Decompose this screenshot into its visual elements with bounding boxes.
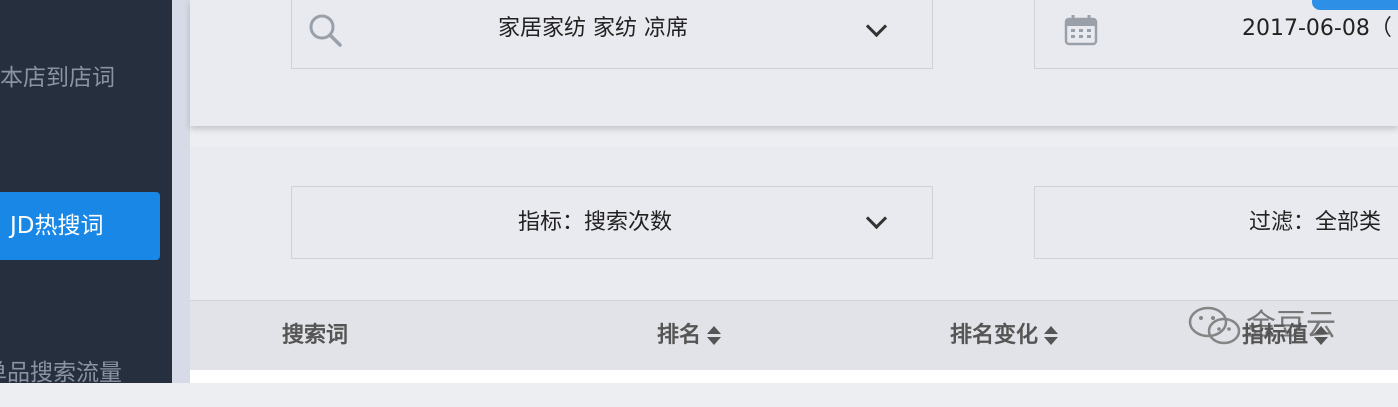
column-header-rank[interactable]: 排名 xyxy=(657,301,722,371)
sidebar-item-product-search-traffic[interactable]: 单品搜索流量 xyxy=(0,339,122,407)
search-icon xyxy=(308,13,344,53)
sort-icon xyxy=(707,325,722,347)
sidebar-gutter xyxy=(172,0,190,383)
column-header-label: 排名 xyxy=(657,323,702,348)
column-header-keyword[interactable]: 搜索词 xyxy=(282,301,348,371)
sidebar: 本店到店词 JD热搜词 单品搜索流量 xyxy=(0,0,172,386)
filter-select[interactable]: 过滤：全部类 xyxy=(1034,186,1398,259)
metric-select[interactable]: 指标：搜索次数 xyxy=(291,186,933,259)
wechat-icon xyxy=(1188,304,1242,350)
date-field[interactable]: 2017-06-08（ xyxy=(1034,0,1398,69)
metric-select-value: 指标：搜索次数 xyxy=(518,210,673,235)
sidebar-item-store-keywords[interactable]: 本店到店词 xyxy=(0,44,115,112)
metric-filter-panel: 指标：搜索次数 过滤：全部类 xyxy=(190,147,1398,300)
query-button[interactable] xyxy=(1312,0,1398,10)
table-body xyxy=(190,370,1398,383)
sidebar-item-jd-hot-search[interactable]: JD热搜词 xyxy=(0,192,160,260)
calendar-icon xyxy=(1064,14,1098,50)
sort-icon xyxy=(1044,325,1059,347)
filter-select-value: 过滤：全部类 xyxy=(1249,210,1382,235)
watermark-text: 金豆云 xyxy=(1246,308,1336,343)
category-select[interactable]: 家居家纺 家纺 凉席 xyxy=(291,0,933,69)
column-header-label: 搜索词 xyxy=(282,323,349,348)
chevron-down-icon xyxy=(865,15,888,38)
search-criteria-panel: 家居家纺 家纺 凉席 2017-06-08（ xyxy=(190,0,1398,126)
chevron-down-icon xyxy=(865,207,888,230)
category-select-value: 家居家纺 家纺 凉席 xyxy=(498,16,688,41)
column-header-label: 排名变化 xyxy=(950,323,1039,348)
column-header-rank-change[interactable]: 排名变化 xyxy=(950,301,1059,371)
